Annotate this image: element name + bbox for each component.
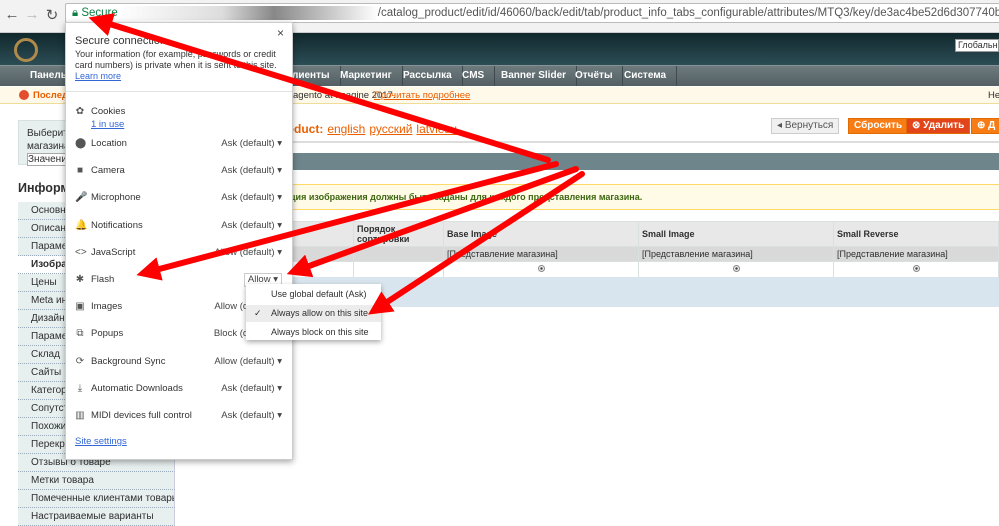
read-more-link[interactable]: Прочитать подробнее — [374, 87, 470, 104]
permission-row-microphone: 🎤 Microphone Ask (default) ▾ — [75, 191, 285, 205]
scope-select[interactable]: Глобальный — [955, 39, 999, 52]
address-bar[interactable]: 🔒︎ Secure/catalog_product/edit/id/46060/… — [65, 3, 999, 23]
dropdown-option[interactable]: Always block on this site — [246, 324, 381, 341]
permission-label: Notifications — [91, 219, 143, 231]
base-image-radio[interactable] — [537, 265, 545, 272]
duplicate-button[interactable]: ⊕ Д — [971, 118, 999, 134]
site-settings-link[interactable]: Site settings — [75, 436, 127, 447]
col-header-base-image: Base Image — [443, 221, 639, 247]
secure-label[interactable]: Secure — [81, 7, 117, 19]
permission-row-automatic-downloads: ⤓ Automatic Downloads Ask (default) ▾ — [75, 382, 285, 396]
dropdown-option[interactable]: Use global default (Ask) — [246, 286, 381, 303]
store-view-label: [Представление магазина] — [443, 246, 639, 262]
permission-select[interactable]: Ask (default) ▾ — [221, 164, 282, 178]
permission-label: JavaScript — [91, 246, 136, 258]
back-page-button[interactable]: ◂ Вернуться — [771, 118, 840, 134]
permission-row-midi-devices-full-control: ▥ MIDI devices full control Ask (default) … — [75, 409, 285, 423]
notice-right: Не — [988, 90, 999, 101]
store-view-label: [Представление магазина] — [833, 246, 999, 262]
download-icon: ⤓ — [77, 382, 83, 394]
permission-select[interactable]: Ask (default) ▾ — [221, 191, 282, 205]
permission-label: Background Sync — [91, 355, 166, 367]
dropdown-option[interactable]: ✓ Always allow on this site — [246, 305, 381, 322]
learn-more-link[interactable]: Learn more — [75, 71, 121, 81]
image-icon: ▣ — [75, 301, 85, 313]
permission-select[interactable]: Allow (default) ▾ — [214, 355, 282, 369]
lang-russian[interactable]: русский — [369, 122, 412, 136]
divider — [270, 141, 999, 143]
permission-label: Microphone — [91, 192, 141, 204]
permission-row-background-sync: ⟳ Background Sync Allow (default) ▾ — [75, 355, 285, 369]
reload-button[interactable]: ↻ — [43, 6, 61, 24]
check-icon: ✓ — [254, 308, 262, 318]
lock-icon[interactable]: 🔒︎ — [72, 7, 78, 19]
sidebar-tab[interactable]: Настраиваемые варианты — [18, 508, 175, 526]
midi-icon: ▥ — [75, 410, 85, 421]
site-info-popup: × Secure connection Your information (fo… — [65, 22, 293, 460]
permission-label: MIDI devices full control — [91, 410, 192, 421]
small-reverse-radio[interactable] — [912, 265, 920, 272]
permission-label: Flash — [91, 274, 115, 285]
section-header — [270, 153, 999, 170]
location-icon: ⬤ — [75, 138, 87, 149]
sidebar-tab[interactable]: Метки товара — [18, 472, 175, 490]
popup-info: Your information (for example, passwords… — [75, 49, 277, 81]
permission-select[interactable]: Ask (default) ▾ — [221, 409, 282, 423]
permission-row-camera: ■ Camera Ask (default) ▾ — [75, 164, 285, 178]
divider — [66, 91, 292, 92]
lang-english[interactable]: english — [327, 122, 365, 136]
lang-latvian[interactable]: latviesu — [416, 122, 457, 136]
warning-message: ция изображения должны быть заданы для к… — [270, 184, 999, 210]
delete-button[interactable]: ⊗ Удалить — [906, 118, 971, 134]
product-language-switch: roduct: english русский latviesu — [282, 122, 457, 136]
permission-select[interactable]: Ask (default) ▾ — [221, 382, 282, 396]
logo[interactable] — [14, 38, 38, 62]
reset-button[interactable]: Сбросить — [848, 118, 909, 134]
nav-system[interactable]: Система — [614, 66, 678, 86]
permission-row-location: ⬤ Location Ask (default) ▾ — [75, 137, 285, 151]
forward-button[interactable]: → — [23, 6, 41, 23]
puzzle-icon: ✱ — [75, 274, 85, 285]
sync-icon: ⟳ — [75, 355, 85, 367]
redacted-domain — [117, 5, 378, 20]
cookies-in-use-link[interactable]: 1 in use — [91, 119, 124, 130]
col-header-sort: Порядок сортировки — [353, 221, 444, 247]
code-icon: <> — [75, 246, 87, 258]
close-icon[interactable]: × — [277, 26, 284, 40]
microphone-icon: 🎤 — [75, 192, 88, 204]
col-header-small-image: Small Image — [638, 221, 834, 247]
back-button[interactable]: ← — [3, 6, 21, 23]
cookie-icon: ✿ — [75, 106, 85, 117]
nav-marketing[interactable]: Маркетинг — [330, 66, 403, 86]
permission-label: Popups — [91, 328, 124, 340]
cookies-row: ✿ Cookies — [75, 106, 126, 117]
permission-label: Automatic Downloads — [91, 382, 183, 394]
nav-cms[interactable]: CMS — [452, 66, 496, 86]
small-image-radio[interactable] — [732, 265, 740, 272]
permission-select[interactable]: Ask (default) ▾ — [221, 219, 282, 233]
flash-permission-dropdown: Use global default (Ask) ✓ Always allow on… — [246, 284, 381, 340]
popup-icon: ⧉ — [76, 328, 84, 340]
permission-label: Images — [91, 301, 123, 313]
permission-select[interactable]: Allow (default) ▾ — [214, 246, 282, 260]
store-view-label: [Представление магазина] — [638, 246, 834, 262]
permission-row-notifications: 🔔 Notifications Ask (default) ▾ — [75, 219, 285, 233]
bell-icon: 🔔 — [75, 219, 88, 231]
error-icon — [19, 90, 29, 101]
col-header-small-reverse: Small Reverse — [833, 221, 999, 247]
url-path: /catalog_product/edit/id/46060/back/edit… — [377, 7, 999, 19]
popup-title: Secure connection — [75, 35, 167, 47]
permission-select[interactable]: Ask (default) ▾ — [221, 137, 282, 151]
permission-label: Location — [91, 138, 127, 149]
permission-row-javascript: <> JavaScript Allow (default) ▾ — [75, 246, 285, 260]
camera-icon: ■ — [76, 165, 84, 177]
permission-label: Camera — [91, 165, 125, 177]
sidebar-tab[interactable]: Помеченные клиентами товары — [18, 490, 175, 508]
